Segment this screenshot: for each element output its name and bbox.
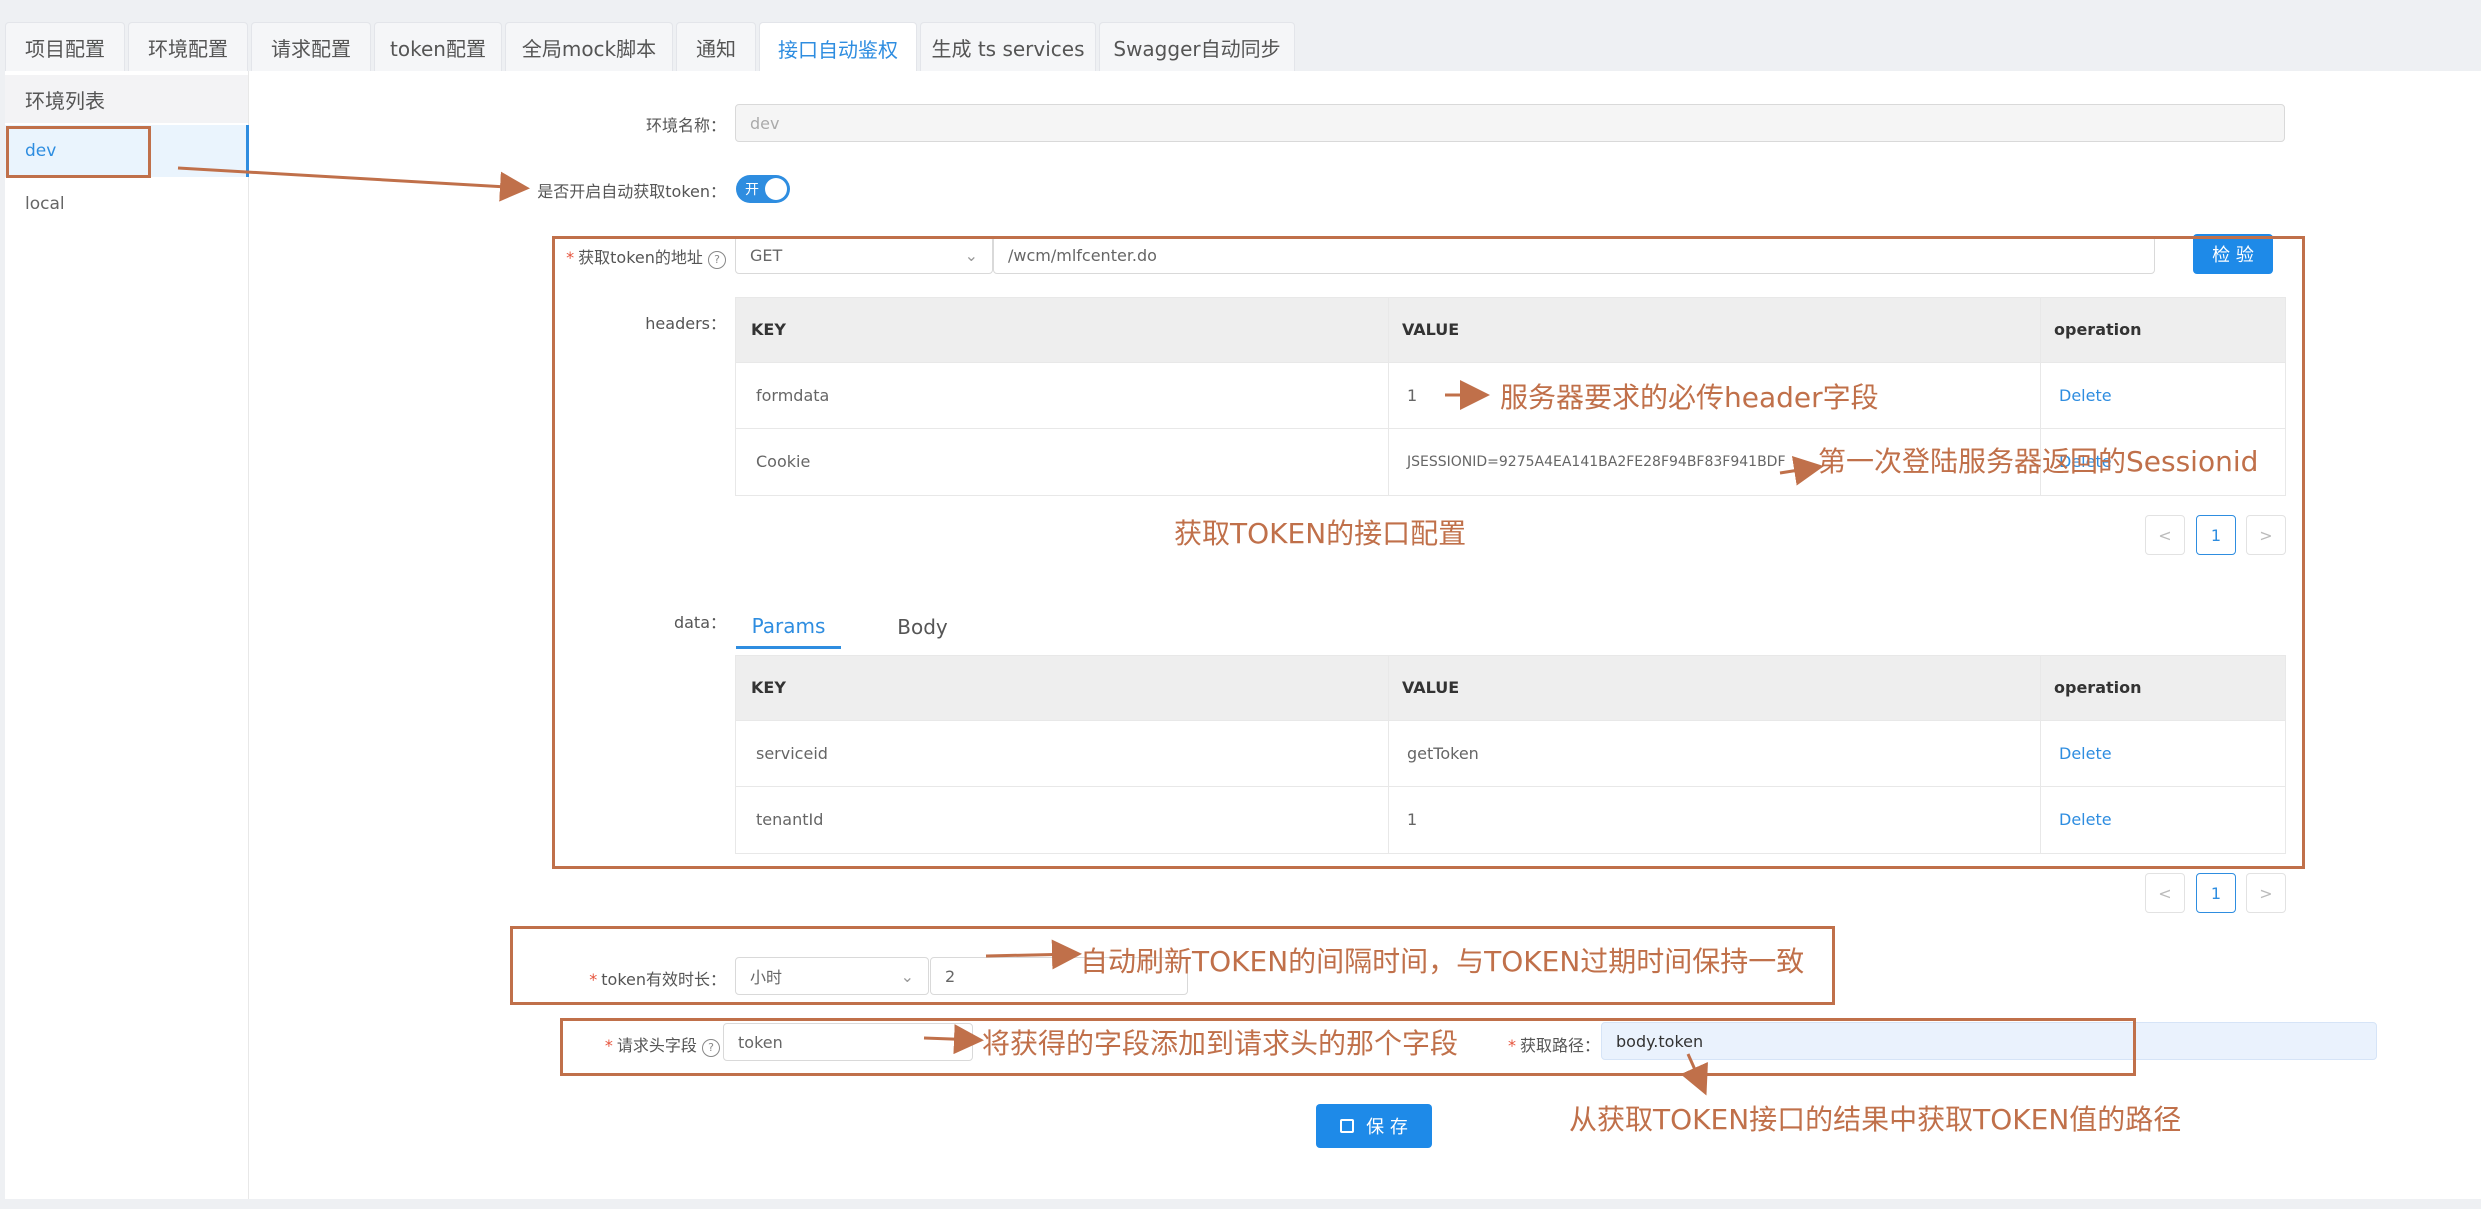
annotation-refresh-interval: 自动刷新TOKEN的间隔时间，与TOKEN过期时间保持一致 bbox=[1080, 945, 1805, 978]
sidebar-item-local[interactable]: local bbox=[5, 178, 249, 230]
page-number-button[interactable]: 1 bbox=[2196, 873, 2236, 913]
tab-request-config[interactable]: 请求配置 bbox=[251, 22, 371, 72]
env-name-input[interactable]: dev bbox=[735, 104, 2285, 142]
tab-token-config[interactable]: token配置 bbox=[374, 22, 502, 72]
save-button[interactable]: 保 存 bbox=[1316, 1104, 1432, 1148]
annotation-session-id: 第一次登陆服务器返回的Sessionid bbox=[1818, 445, 2259, 478]
annotation-box-dev bbox=[6, 126, 151, 178]
env-name-label: 环境名称： bbox=[645, 116, 726, 135]
switch-knob bbox=[765, 178, 787, 200]
tab-swagger-sync[interactable]: Swagger自动同步 bbox=[1099, 22, 1295, 72]
switch-text: 开 bbox=[745, 182, 759, 198]
annotation-token-path: 从获取TOKEN接口的结果中获取TOKEN值的路径 bbox=[1569, 1103, 2182, 1136]
next-page-button[interactable]: > bbox=[2246, 873, 2286, 913]
annotation-header-required: 服务器要求的必传header字段 bbox=[1500, 381, 1879, 414]
tab-ts-services[interactable]: 生成 ts services bbox=[920, 22, 1096, 72]
sidebar-title: 环境列表 bbox=[5, 75, 248, 123]
save-icon bbox=[1340, 1119, 1355, 1133]
tab-auto-auth[interactable]: 接口自动鉴权 bbox=[759, 22, 917, 73]
tab-global-mock[interactable]: 全局mock脚本 bbox=[505, 22, 673, 72]
auto-token-switch[interactable]: 开 bbox=[736, 175, 790, 203]
sidebar bbox=[5, 71, 249, 1199]
annotation-header-field: 将获得的字段添加到请求头的那个字段 bbox=[982, 1027, 1459, 1060]
annotation-token-config: 获取TOKEN的接口配置 bbox=[1174, 517, 1467, 550]
tab-project-config[interactable]: 项目配置 bbox=[5, 22, 125, 72]
auto-token-label: 是否开启自动获取token： bbox=[537, 182, 726, 201]
tab-env-config[interactable]: 环境配置 bbox=[128, 22, 248, 72]
prev-page-button[interactable]: < bbox=[2145, 873, 2185, 913]
annotation-box-token-config bbox=[552, 236, 2305, 869]
save-button-label: 保 存 bbox=[1366, 1117, 1408, 1138]
tab-notify[interactable]: 通知 bbox=[676, 22, 756, 72]
